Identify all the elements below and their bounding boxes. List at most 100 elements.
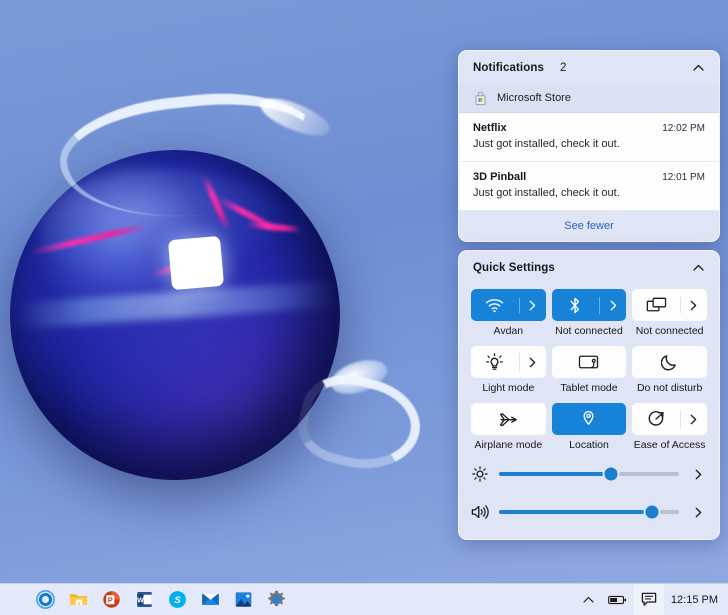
quick-setting-tile-not-connected[interactable] — [632, 289, 707, 321]
chevron-up-icon — [692, 64, 704, 71]
notification-group-name: Microsoft Store — [497, 92, 571, 104]
taskbar-item-mail[interactable] — [199, 588, 222, 611]
cast-icon — [632, 297, 681, 313]
chevron-right-icon[interactable] — [689, 469, 707, 480]
quick-settings-sliders — [459, 451, 719, 539]
wallpaper-splash-right — [290, 364, 430, 482]
see-fewer-button[interactable]: See fewer — [459, 211, 719, 241]
quick-setting-cell: Tablet mode — [551, 346, 627, 394]
microsoft-store-icon — [475, 91, 486, 105]
slider-thumb[interactable] — [645, 505, 659, 519]
quick-setting-tile-avdan[interactable] — [471, 289, 546, 321]
photos-icon — [235, 592, 252, 607]
taskbar-item-skype[interactable]: S — [166, 588, 189, 611]
quick-settings-grid: Avdan Not connected Not connected Light mod… — [471, 289, 707, 451]
tray-overflow-button[interactable] — [576, 584, 601, 615]
notification-item[interactable]: Netflix 12:02 PM Just got installed, che… — [459, 113, 719, 162]
wallpaper-streak — [245, 221, 303, 233]
tray-clock[interactable]: 12:15 PM — [664, 584, 728, 615]
quick-setting-label: Not connected — [555, 325, 623, 337]
chat-bubble-icon — [641, 592, 657, 606]
taskbar-item-cortana[interactable] — [34, 588, 57, 611]
wallpaper-white-square — [167, 235, 225, 291]
moon-icon — [632, 353, 707, 371]
chevron-right-icon[interactable] — [689, 507, 707, 518]
svg-text:P: P — [108, 595, 113, 604]
quick-setting-tile-tablet-mode[interactable] — [551, 346, 627, 378]
chevron-up-icon — [583, 596, 594, 603]
file-explorer-icon — [69, 594, 88, 606]
brightness-slider-row — [459, 455, 719, 493]
quick-setting-cell: Do not disturb — [632, 346, 707, 394]
tray-chat-button[interactable] — [633, 584, 664, 615]
wallpaper-light-band — [15, 280, 337, 330]
quick-setting-label: Tablet mode — [560, 382, 618, 394]
quick-setting-label: Light mode — [482, 382, 535, 394]
notifications-collapse-button[interactable] — [686, 57, 710, 79]
quick-setting-tile-ease-of-access[interactable] — [632, 403, 707, 435]
desktop: Notifications 2 Microsoft Store Netflix … — [0, 0, 728, 615]
chevron-up-icon — [692, 264, 704, 271]
quick-setting-cell: Location — [551, 403, 627, 451]
lightbulb-icon — [471, 353, 520, 371]
word-icon: W — [137, 592, 152, 607]
chevron-right-icon[interactable] — [520, 357, 546, 368]
taskbar-item-settings[interactable] — [265, 588, 288, 611]
chevron-right-icon[interactable] — [681, 414, 707, 425]
wallpaper-splash-drop — [326, 353, 392, 401]
wallpaper-streak — [150, 251, 214, 279]
brightness-slider[interactable] — [499, 467, 679, 481]
tablet-icon — [552, 354, 627, 370]
quick-settings-title: Quick Settings — [473, 261, 555, 274]
wallpaper-glow — [30, 400, 330, 480]
quick-setting-tile-not-connected[interactable] — [551, 289, 627, 321]
taskbar-item-powerpoint[interactable]: P — [100, 588, 123, 611]
slider-thumb[interactable] — [604, 467, 618, 481]
system-tray: 12:15 PM — [576, 584, 728, 615]
wallpaper-streak — [216, 195, 282, 235]
volume-icon[interactable] — [471, 504, 489, 520]
taskbar-item-file-explorer[interactable] — [67, 588, 90, 611]
quick-setting-tile-airplane-mode[interactable] — [471, 403, 546, 435]
quick-setting-label: Avdan — [493, 325, 524, 337]
svg-text:W: W — [137, 597, 144, 604]
svg-text:S: S — [174, 595, 181, 606]
wallpaper-sphere-gloss — [40, 168, 290, 288]
chevron-right-icon[interactable] — [520, 300, 546, 311]
taskbar: P W S 12:15 PM — [0, 583, 728, 615]
quick-setting-cell: Ease of Access — [632, 403, 707, 451]
taskbar-app-list: P W S — [34, 588, 288, 611]
taskbar-item-word[interactable]: W — [133, 588, 156, 611]
quick-setting-tile-do-not-disturb[interactable] — [632, 346, 707, 378]
notification-item[interactable]: 3D Pinball 12:01 PM Just got installed, … — [459, 162, 719, 211]
volume-slider[interactable] — [499, 505, 679, 519]
notification-timestamp: 12:01 PM — [662, 172, 705, 183]
skype-icon: S — [169, 591, 186, 608]
battery-icon — [608, 595, 627, 604]
notifications-count-badge: 2 — [559, 61, 567, 74]
settings-icon — [268, 590, 285, 607]
quick-setting-label: Airplane mode — [474, 439, 543, 451]
powerpoint-icon: P — [103, 591, 120, 608]
notification-app-name: Netflix — [473, 122, 507, 134]
notification-group-header[interactable]: Microsoft Store — [459, 84, 719, 113]
quick-setting-cell: Not connected — [551, 289, 627, 337]
notification-item-header: Netflix 12:02 PM — [473, 122, 705, 134]
notification-body: Just got installed, check it out. — [473, 187, 620, 199]
notification-timestamp: 12:02 PM — [662, 123, 705, 134]
tray-battery-button[interactable] — [601, 584, 634, 615]
chevron-right-icon[interactable] — [600, 300, 626, 311]
brightness-icon[interactable] — [471, 466, 489, 482]
quick-setting-cell: Not connected — [632, 289, 707, 337]
chevron-right-icon[interactable] — [681, 300, 707, 311]
notification-center-flyout: Notifications 2 Microsoft Store Netflix … — [458, 50, 720, 540]
quick-settings-collapse-button[interactable] — [686, 257, 710, 279]
bluetooth-icon — [552, 296, 601, 314]
slider-fill — [499, 510, 652, 514]
quick-setting-tile-light-mode[interactable] — [471, 346, 546, 378]
notification-body: Just got installed, check it out. — [473, 138, 620, 150]
notifications-title: Notifications — [473, 61, 544, 74]
taskbar-item-photos[interactable] — [232, 588, 255, 611]
quick-setting-tile-location[interactable] — [551, 403, 627, 435]
wifi-icon — [471, 297, 520, 313]
